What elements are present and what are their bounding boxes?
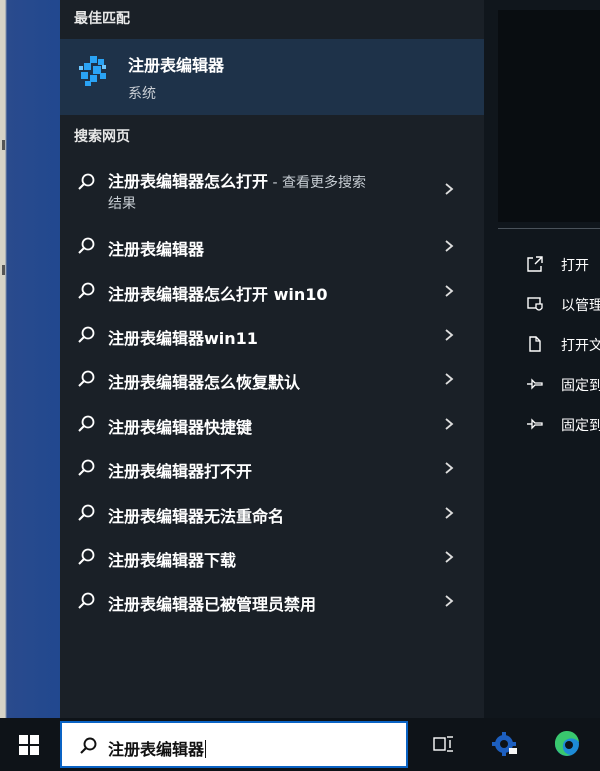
search-icon (78, 415, 95, 432)
web-result-row[interactable]: 注册表编辑器怎么打开 win10 (60, 269, 484, 313)
pin-icon (527, 378, 543, 390)
pin-icon (527, 418, 543, 430)
web-result-row[interactable]: 注册表编辑器 (60, 224, 484, 268)
chevron-right-icon (445, 285, 454, 297)
web-result-row[interactable]: 注册表编辑器怎么恢复默认 (60, 357, 484, 401)
search-icon (78, 282, 95, 299)
web-result-label: 注册表编辑器下载 (108, 551, 237, 570)
action-label: 以管理 (561, 298, 600, 314)
search-icon (78, 459, 95, 476)
windows-start-icon (19, 735, 39, 755)
settings-icon[interactable] (490, 729, 520, 759)
search-icon (78, 237, 95, 254)
chevron-right-icon (445, 551, 454, 563)
web-result-label: 注册表编辑器无法重命名 (108, 507, 285, 526)
web-result-row[interactable]: 注册表编辑器下载 (60, 535, 484, 579)
web-result-row[interactable]: 注册表编辑器已被管理员禁用 (60, 579, 484, 623)
desktop-background-strip (0, 0, 60, 718)
web-result-label: 注册表编辑器快捷键 (108, 418, 253, 437)
search-icon (80, 737, 97, 754)
best-match-item[interactable]: 注册表编辑器 系统 (60, 39, 484, 115)
desktop-fragment (2, 140, 5, 150)
desktop-fragment (2, 265, 5, 275)
taskbar: 注册表编辑器 (0, 718, 600, 771)
search-input-value: 注册表编辑器 (108, 740, 207, 759)
chevron-right-icon (445, 418, 454, 430)
web-result-label: 注册表编辑器win11 (108, 329, 258, 348)
web-result-label: 注册表编辑器怎么恢复默认 (108, 373, 301, 392)
chevron-right-icon (445, 373, 454, 385)
web-result-row[interactable]: 注册表编辑器win11 (60, 313, 484, 357)
registry-editor-icon (79, 56, 106, 86)
search-icon (78, 592, 95, 609)
best-match-app-name: 注册表编辑器 (128, 56, 225, 75)
web-result-row[interactable]: 注册表编辑器无法重命名 (60, 491, 484, 535)
chevron-right-icon (445, 329, 454, 341)
search-icon (78, 504, 95, 521)
search-results-list: 最佳匹配 注册表编辑器 系统 搜索网页 注册表编辑器怎么打开 - 查看更多搜索 … (60, 0, 484, 718)
open-icon (527, 256, 543, 272)
chevron-right-icon (445, 240, 454, 252)
action-label: 打开 (561, 258, 589, 274)
action-open[interactable]: 打开 (498, 245, 600, 285)
action-label: 打开文 (561, 338, 600, 354)
action-run-as-admin[interactable]: 以管理 (498, 285, 600, 325)
search-icon (78, 548, 95, 565)
open-file-location-icon (529, 336, 541, 352)
search-icon (78, 370, 95, 387)
search-icon (78, 173, 95, 190)
best-match-app-type: 系统 (128, 86, 156, 102)
web-result-label: 注册表编辑器怎么打开 - 查看更多搜索 (108, 172, 366, 191)
web-search-heading: 搜索网页 (74, 129, 130, 145)
action-pin-to-taskbar[interactable]: 固定到 (498, 405, 600, 445)
task-view-icon[interactable] (428, 729, 458, 759)
web-result-row[interactable]: 注册表编辑器快捷键 (60, 402, 484, 446)
run-as-admin-icon (527, 297, 543, 311)
preview-header (498, 10, 600, 222)
chevron-right-icon (445, 183, 454, 195)
preview-divider (498, 228, 600, 229)
chevron-right-icon (445, 462, 454, 474)
start-button[interactable] (0, 718, 60, 771)
web-result-label: 注册表编辑器打不开 (108, 462, 253, 481)
web-result-row[interactable]: 注册表编辑器打不开 (60, 446, 484, 490)
chevron-right-icon (445, 595, 454, 607)
action-label: 固定到 (561, 418, 600, 434)
web-result-label: 注册表编辑器已被管理员禁用 (108, 595, 317, 614)
app-preview-panel: 打开 以管理 打开文 固定到 固定到 (484, 0, 600, 718)
action-pin-to-start[interactable]: 固定到 (498, 365, 600, 405)
web-result-row[interactable]: 注册表编辑器怎么打开 - 查看更多搜索 结果 (60, 160, 484, 220)
edge-icon[interactable] (552, 729, 582, 759)
chevron-right-icon (445, 507, 454, 519)
best-match-heading: 最佳匹配 (74, 11, 130, 27)
search-icon (78, 326, 95, 343)
action-open-file-location[interactable]: 打开文 (498, 325, 600, 365)
web-result-label: 注册表编辑器怎么打开 win10 (108, 285, 328, 304)
web-result-label: 注册表编辑器 (108, 240, 205, 259)
action-label: 固定到 (561, 378, 600, 394)
web-result-continuation: 结果 (108, 196, 136, 212)
taskbar-search-input[interactable]: 注册表编辑器 (60, 721, 408, 768)
